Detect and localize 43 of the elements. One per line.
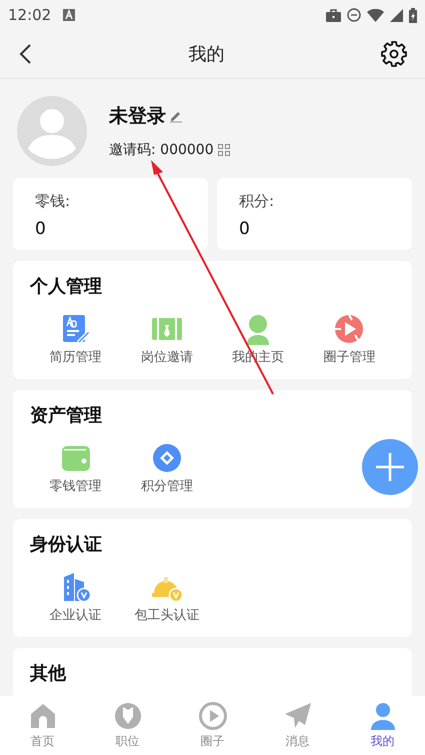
play-circle-icon: [333, 313, 366, 345]
tab[interactable]: 消息: [255, 696, 340, 755]
balance-card[interactable]: 积分: 0: [217, 178, 412, 250]
tab[interactable]: 我的: [340, 696, 425, 755]
balance-card[interactable]: 零钱: 0: [13, 178, 208, 250]
menu-item[interactable]: 零钱管理: [30, 442, 122, 496]
section-title: 个人管理: [30, 275, 103, 299]
menu-item[interactable]: 岗位邀请: [121, 313, 212, 367]
diamond-circle-icon: [150, 442, 183, 474]
wifi-icon: [367, 8, 384, 22]
tab[interactable]: 职位: [85, 696, 170, 755]
page-title: 我的: [188, 43, 224, 66]
section-title: 资产管理: [30, 404, 103, 428]
balance-label: 积分:: [239, 192, 276, 211]
signal-icon: [390, 8, 403, 22]
plus-icon: [375, 452, 405, 482]
person-icon: [368, 702, 396, 730]
pencil-icon[interactable]: [169, 109, 183, 123]
balance-value: 0: [239, 219, 251, 239]
back-icon[interactable]: [18, 43, 32, 65]
shield-icon: [114, 702, 142, 730]
menu-item[interactable]: 包工头认证: [121, 571, 212, 625]
menu-item[interactable]: 企业认证: [30, 571, 122, 625]
battery-icon: [409, 8, 417, 22]
user-name: 未登录: [109, 104, 166, 129]
home-icon: [28, 702, 56, 730]
menu-item[interactable]: 积分管理: [121, 442, 212, 496]
section-title: 其他: [30, 662, 68, 686]
do-not-disturb-icon: [347, 8, 361, 22]
tab[interactable]: 首页: [0, 696, 85, 755]
briefcase-icon: [326, 8, 341, 22]
section-title: 身份认证: [30, 533, 103, 557]
tab[interactable]: 圈子: [170, 696, 255, 755]
balance-label: 零钱:: [35, 192, 72, 211]
a-icon: [63, 9, 76, 21]
balance-value: 0: [35, 219, 47, 239]
play-circle-icon: [198, 702, 226, 730]
grid-icon[interactable]: [218, 144, 230, 156]
menu-item[interactable]: 简历管理: [30, 313, 122, 367]
status-time: 12:02: [8, 6, 52, 24]
menu-item[interactable]: 圈子管理: [304, 313, 395, 367]
invite-code: 邀请码: 000000: [109, 141, 214, 159]
paper-plane-icon: [284, 702, 312, 730]
